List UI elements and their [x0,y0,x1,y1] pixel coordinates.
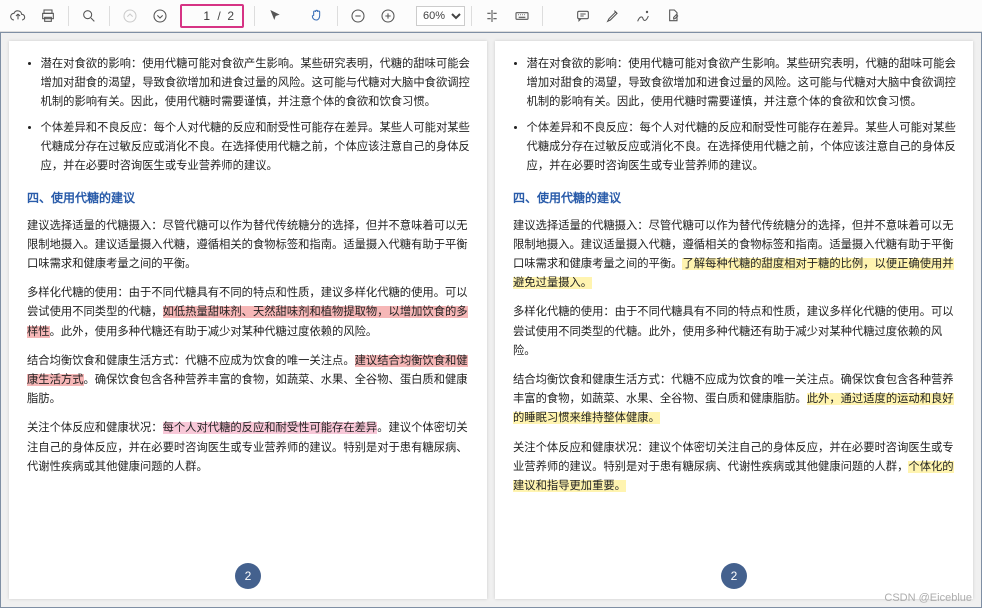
edit-page-icon[interactable] [659,3,687,29]
text: 建议选择适量的代糖摄入：尽管代糖可以作为替代传统糖分的选择，但并不意味着可以无限… [27,220,468,270]
section-title: 四、使用代糖的建议 [513,188,957,208]
paragraph-intake: 建议选择适量的代糖摄入：尽管代糖可以作为替代传统糖分的选择，但并不意味着可以无限… [513,217,957,294]
text: 。确保饮食包含各种营养丰富的食物，如蔬菜、水果、全谷物、蛋白质和健康脂肪。 [27,374,468,405]
page-left: 潜在对食欲的影响：使用代糖可能对食欲产生影响。某些研究表明，代糖的甜味可能会增加… [9,41,487,599]
page-number-input[interactable] [186,9,212,23]
zoom-in-icon[interactable] [374,3,402,29]
hand-tool-icon[interactable] [303,3,331,29]
toolbar: / 2 60% [0,0,982,32]
text: 多样化代糖的使用：由于不同代糖具有不同的特点和性质，建议多样化代糖的使用。可以尝… [513,306,954,356]
split-vertical-icon[interactable] [478,3,506,29]
section-title: 四、使用代糖的建议 [27,188,471,208]
separator [337,6,338,26]
paragraph-diverse: 多样化代糖的使用：由于不同代糖具有不同的特点和性质，建议多样化代糖的使用。可以尝… [513,303,957,361]
paragraph-balance: 结合均衡饮食和健康生活方式：代糖不应成为饮食的唯一关注点。建议结合均衡饮食和健康… [27,352,471,410]
paragraph-personal: 关注个体反应和健康状况：建议个体密切关注自己的身体反应，并在必要时咨询医生或专业… [513,439,957,497]
text: 结合均衡饮食和健康生活方式：代糖不应成为饮食的唯一关注点。 [27,355,355,367]
list-text: 潜在对食欲的影响：使用代糖可能对食欲产生影响。某些研究表明，代糖的甜味可能会增加… [527,58,956,108]
watermark: CSDN @Eiceblue [884,592,972,604]
zoom-out-icon[interactable] [344,3,372,29]
list-item: 潜在对食欲的影响：使用代糖可能对食欲产生影响。某些研究表明，代糖的甜味可能会增加… [41,55,471,113]
draw-icon[interactable] [629,3,657,29]
page-down-icon[interactable] [146,3,174,29]
cloud-upload-icon[interactable] [4,3,32,29]
select-tool-icon[interactable] [261,3,289,29]
paragraph-intake: 建议选择适量的代糖摄入：尽管代糖可以作为替代传统糖分的选择，但并不意味着可以无限… [27,217,471,275]
highlight-icon[interactable] [599,3,627,29]
find-icon[interactable] [75,3,103,29]
list-item: 个体差异和不良反应：每个人对代糖的反应和耐受性可能存在差异。某些人可能对某些代糖… [41,119,471,177]
keyboard-icon[interactable] [508,3,536,29]
paragraph-diverse: 多样化代糖的使用：由于不同代糖具有不同的特点和性质，建议多样化代糖的使用。可以尝… [27,284,471,342]
bullet-list: 潜在对食欲的影响：使用代糖可能对食欲产生影响。某些研究表明，代糖的甜味可能会增加… [513,55,957,176]
page-total-label: / 2 [212,9,238,23]
text: 关注个体反应和健康状况：建议个体密切关注自己的身体反应，并在必要时咨询医生或专业… [513,442,954,473]
list-text: 个体差异和不良反应：每个人对代糖的反应和耐受性可能存在差异。某些人可能对某些代糖… [41,122,470,172]
separator [254,6,255,26]
text: 。此外，使用多种代糖还有助于减少对某种代糖过度依赖的风险。 [50,326,378,338]
separator [471,6,472,26]
bullet-list: 潜在对食欲的影响：使用代糖可能对食欲产生影响。某些研究表明，代糖的甜味可能会增加… [27,55,471,176]
list-item: 个体差异和不良反应：每个人对代糖的反应和耐受性可能存在差异。某些人可能对某些代糖… [527,119,957,177]
list-text: 潜在对食欲的影响：使用代糖可能对食欲产生影响。某些研究表明，代糖的甜味可能会增加… [41,58,470,108]
page-number-badge: 2 [235,563,261,589]
list-text: 个体差异和不良反应：每个人对代糖的反应和耐受性可能存在差异。某些人可能对某些代糖… [527,122,956,172]
page-up-icon[interactable] [116,3,144,29]
page-right: 潜在对食欲的影响：使用代糖可能对食欲产生影响。某些研究表明，代糖的甜味可能会增加… [495,41,973,599]
highlight-pink: 每个人对代糖的反应和耐受性可能存在差异 [163,422,378,434]
text: 关注个体反应和健康状况： [27,422,163,434]
paragraph-personal: 关注个体反应和健康状况：每个人对代糖的反应和耐受性可能存在差异。建议个体密切关注… [27,419,471,477]
document-viewer: 潜在对食欲的影响：使用代糖可能对食欲产生影响。某些研究表明，代糖的甜味可能会增加… [0,32,982,608]
separator [542,6,543,26]
paragraph-balance: 结合均衡饮食和健康生活方式：代糖不应成为饮食的唯一关注点。确保饮食包含各种营养丰… [513,371,957,429]
separator [109,6,110,26]
list-item: 潜在对食欲的影响：使用代糖可能对食欲产生影响。某些研究表明，代糖的甜味可能会增加… [527,55,957,113]
separator [68,6,69,26]
zoom-select[interactable]: 60% [416,6,465,26]
page-number-badge: 2 [721,563,747,589]
page-indicator: / 2 [180,4,244,28]
print-icon[interactable] [34,3,62,29]
comment-icon[interactable] [569,3,597,29]
